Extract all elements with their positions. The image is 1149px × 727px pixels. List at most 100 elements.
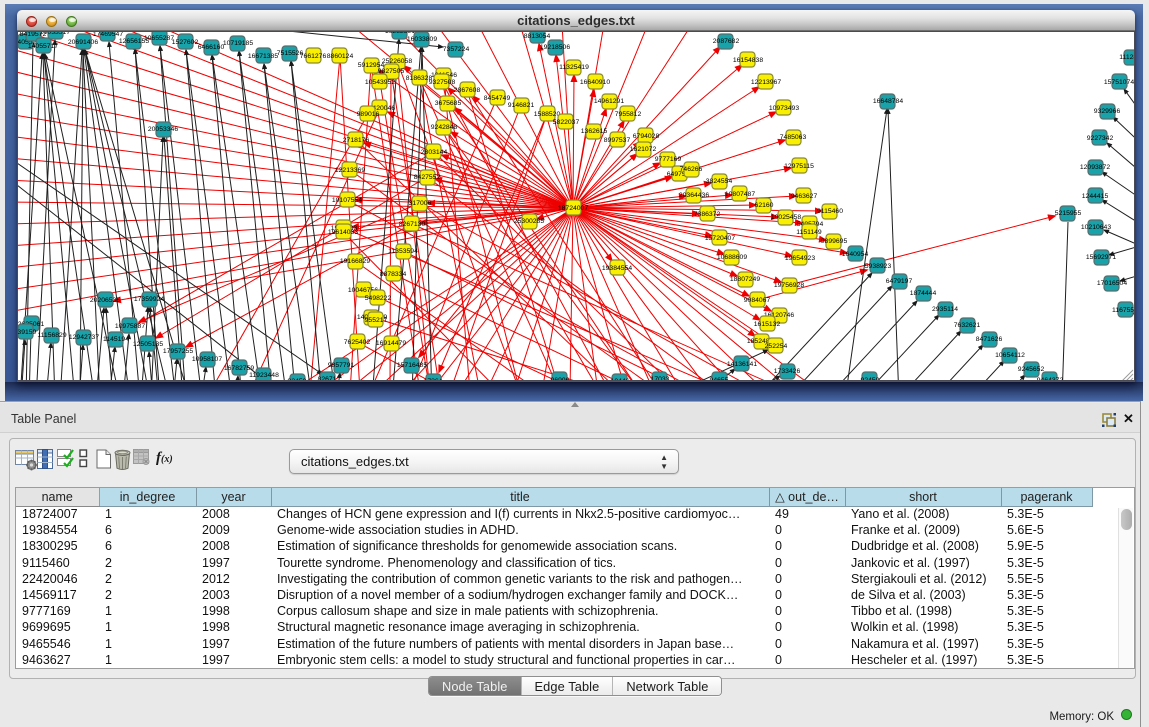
svg-text:17359924: 17359924 [134, 296, 164, 303]
svg-text:17016504: 17016504 [1097, 280, 1127, 287]
svg-text:15720407: 15720407 [705, 235, 735, 242]
svg-text:10654112: 10654112 [995, 352, 1025, 359]
svg-text:16033809: 16033809 [407, 36, 437, 43]
svg-text:1621072: 1621072 [630, 146, 657, 153]
svg-text:8427552: 8427552 [414, 174, 441, 181]
svg-text:20033517: 20033517 [40, 31, 70, 36]
svg-text:6466160: 6466160 [198, 44, 225, 51]
svg-text:14136141: 14136141 [727, 361, 757, 368]
svg-text:20206535: 20206535 [90, 297, 120, 304]
svg-text:1615132: 1615132 [754, 321, 781, 328]
svg-text:9227342: 9227342 [1087, 135, 1114, 142]
svg-text:8878334: 8878334 [380, 271, 407, 278]
svg-text:1733426: 1733426 [774, 368, 801, 375]
svg-text:1640954: 1640954 [842, 251, 869, 258]
svg-text:16671385: 16671385 [248, 53, 278, 60]
svg-text:19756928: 19756928 [774, 282, 804, 289]
svg-text:1112853: 1112853 [1119, 54, 1135, 61]
svg-text:25300285: 25300285 [514, 218, 544, 225]
svg-text:16154838: 16154838 [733, 57, 763, 64]
svg-text:15751074: 15751074 [1104, 79, 1134, 86]
svg-text:6479197: 6479197 [886, 278, 913, 285]
svg-text:9857791: 9857791 [328, 362, 355, 369]
svg-text:10107554: 10107554 [332, 197, 362, 204]
svg-text:1244415: 1244415 [1082, 193, 1109, 200]
svg-text:10975887: 10975887 [115, 323, 145, 330]
svg-text:17957255: 17957255 [163, 348, 193, 355]
svg-text:6794028: 6794028 [633, 133, 660, 140]
svg-text:17364: 17364 [424, 378, 443, 381]
svg-text:8813054: 8813054 [524, 33, 551, 40]
svg-text:19384554: 19384554 [602, 265, 632, 272]
svg-text:10973493: 10973493 [769, 105, 799, 112]
svg-text:17469547: 17469547 [93, 31, 123, 38]
svg-text:12505135: 12505135 [133, 341, 163, 348]
svg-text:20053346: 20053346 [148, 126, 178, 133]
svg-text:939159: 939159 [17, 329, 37, 336]
svg-text:8267130: 8267130 [399, 221, 426, 228]
svg-text:5498222: 5498222 [365, 295, 392, 302]
svg-text:8860124: 8860124 [327, 53, 354, 60]
svg-text:7632621: 7632621 [954, 322, 981, 329]
svg-text:3675685: 3675685 [435, 100, 462, 107]
svg-text:7955812: 7955812 [615, 111, 642, 118]
svg-text:317006: 317006 [409, 200, 432, 207]
svg-text:15692971: 15692971 [1086, 254, 1116, 261]
svg-text:9115460: 9115460 [817, 208, 843, 215]
svg-text:16914479: 16914479 [376, 340, 406, 347]
svg-text:96996: 96996 [551, 377, 570, 381]
svg-text:8997537: 8997537 [604, 137, 631, 144]
svg-text:19166829: 19166829 [340, 258, 370, 265]
svg-text:252254: 252254 [765, 343, 788, 350]
svg-text:9463627: 9463627 [791, 193, 818, 200]
svg-text:9464372: 9464372 [1037, 377, 1064, 381]
svg-text:1145194: 1145194 [103, 336, 129, 343]
svg-text:19654923: 19654923 [785, 255, 815, 262]
svg-text:5938923: 5938923 [865, 263, 892, 270]
svg-text:11156829: 11156829 [37, 332, 66, 339]
svg-text:20691406: 20691406 [68, 39, 98, 46]
svg-text:955217: 955217 [365, 317, 388, 324]
svg-text:11325419: 11325419 [559, 64, 589, 71]
svg-text:18724007: 18724007 [558, 205, 588, 212]
svg-text:1874444: 1874444 [910, 290, 937, 297]
svg-text:8454749: 8454749 [484, 95, 511, 102]
svg-text:1167553: 1167553 [1112, 307, 1135, 314]
svg-text:12093872: 12093872 [1080, 164, 1110, 171]
svg-text:16232591: 16232591 [385, 31, 415, 35]
svg-text:16782759: 16782759 [224, 365, 254, 372]
svg-text:2867608: 2867608 [454, 87, 481, 94]
svg-text:7625402: 7625402 [344, 339, 371, 346]
svg-text:11353594: 11353594 [388, 248, 418, 255]
svg-text:7357224: 7357224 [443, 46, 470, 53]
svg-text:10025458: 10025458 [771, 214, 801, 221]
svg-text:10958107: 10958107 [192, 356, 222, 363]
svg-text:1362615: 1362615 [581, 128, 608, 135]
svg-text:19614033: 19614033 [328, 229, 358, 236]
svg-text:9329966: 9329966 [1094, 108, 1121, 115]
svg-text:17033: 17033 [651, 376, 670, 381]
svg-text:3824554: 3824554 [706, 178, 733, 185]
svg-text:5822037: 5822037 [553, 119, 580, 126]
svg-text:9242848: 9242848 [431, 124, 458, 131]
svg-text:5215955: 5215955 [1055, 210, 1082, 217]
svg-text:9899695: 9899695 [821, 238, 848, 245]
svg-text:62160: 62160 [755, 202, 774, 209]
svg-text:7661276: 7661276 [300, 53, 327, 60]
svg-text:18807249: 18807249 [730, 276, 760, 283]
svg-text:9777169: 9777169 [655, 156, 682, 163]
svg-text:12213369: 12213369 [335, 167, 365, 174]
svg-text:92450: 92450 [288, 378, 307, 381]
svg-text:82671: 82671 [318, 376, 337, 381]
svg-text:8471626: 8471626 [976, 336, 1003, 343]
svg-text:2803144: 2803144 [421, 149, 448, 156]
svg-text:9146821: 9146821 [508, 102, 535, 109]
svg-text:989016: 989016 [357, 111, 380, 118]
svg-text:7386372: 7386372 [694, 211, 721, 218]
svg-text:10446: 10446 [611, 378, 630, 381]
svg-text:20364436: 20364436 [679, 192, 709, 199]
svg-text:92450: 92450 [861, 377, 880, 381]
svg-text:746266: 746266 [680, 166, 703, 173]
svg-text:9084067: 9084067 [744, 297, 771, 304]
svg-text:19218506: 19218506 [540, 44, 570, 51]
